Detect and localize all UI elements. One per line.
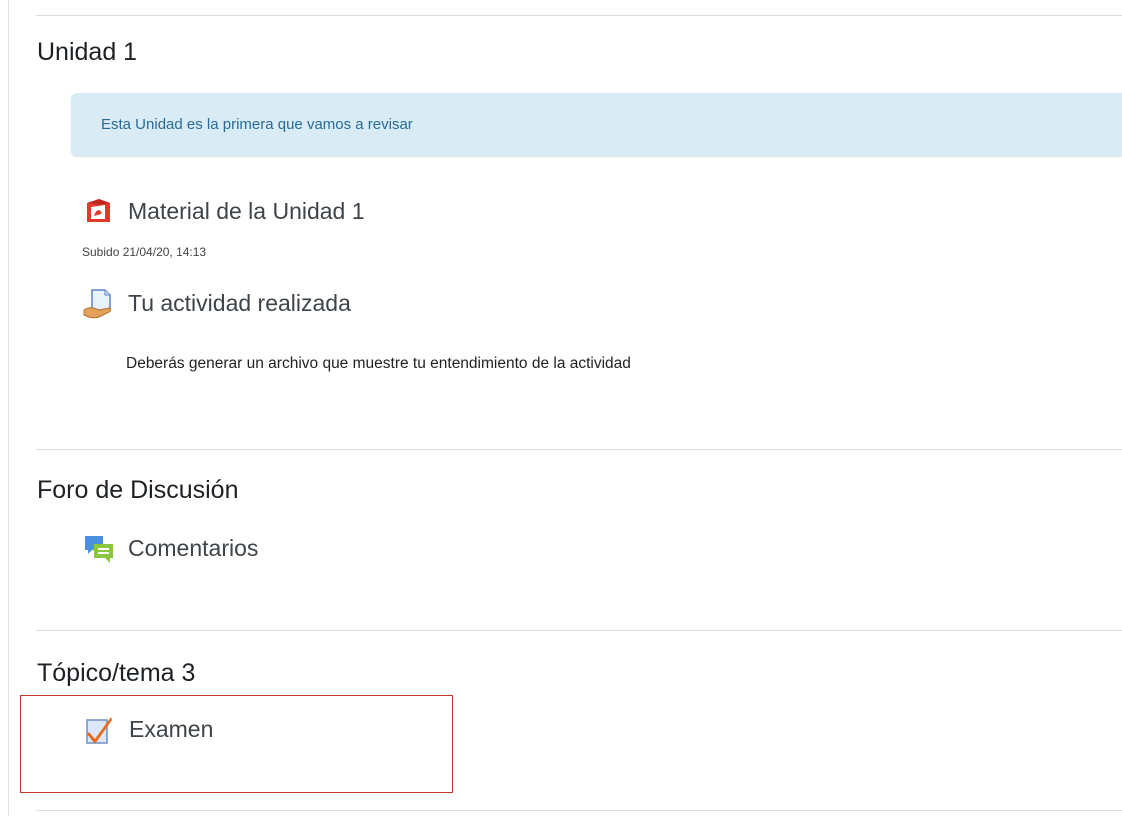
quiz-icon <box>84 714 114 744</box>
activity-material-unidad-1[interactable]: Material de la Unidad 1 <box>83 196 365 226</box>
section-divider <box>36 630 1122 631</box>
activity-comentarios[interactable]: Comentarios <box>83 533 258 563</box>
activity-link[interactable]: Tu actividad realizada <box>128 290 351 317</box>
activity-description: Deberás generar un archivo que muestre t… <box>126 355 631 372</box>
activity-examen[interactable]: Examen <box>84 714 213 744</box>
section-title-topico: Tópico/tema 3 <box>37 659 196 687</box>
section-divider <box>36 810 1122 811</box>
upload-date: Subido 21/04/20, 14:13 <box>82 245 207 259</box>
activity-link[interactable]: Comentarios <box>128 535 258 562</box>
section-divider <box>36 449 1122 450</box>
forum-icon <box>83 533 113 563</box>
section-divider <box>36 15 1122 16</box>
section-title-unidad-1: Unidad 1 <box>37 38 138 66</box>
section-title-foro: Foro de Discusión <box>37 476 239 504</box>
assignment-icon <box>83 288 113 319</box>
pdf-icon <box>83 196 113 226</box>
section-summary-text: Esta Unidad es la primera que vamos a re… <box>101 116 413 133</box>
left-border <box>8 0 9 816</box>
activity-tu-actividad[interactable]: Tu actividad realizada <box>83 288 351 319</box>
section-summary: Esta Unidad es la primera que vamos a re… <box>71 93 1122 156</box>
activity-link[interactable]: Material de la Unidad 1 <box>128 198 365 225</box>
activity-link[interactable]: Examen <box>129 716 213 743</box>
